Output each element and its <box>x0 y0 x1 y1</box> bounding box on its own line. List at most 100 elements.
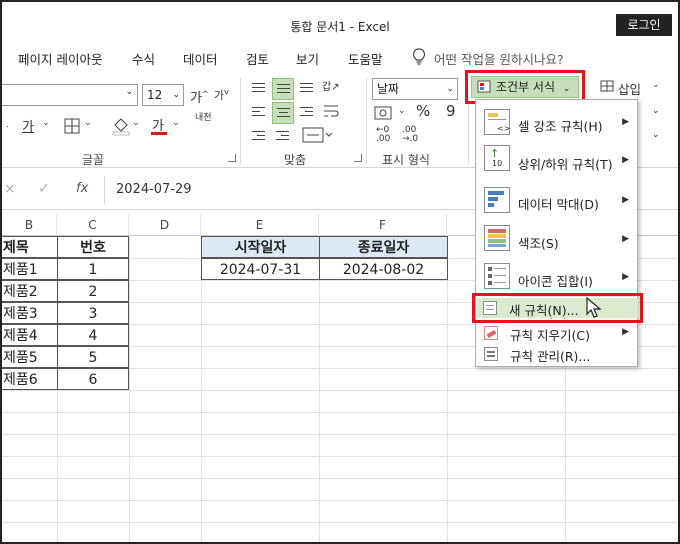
insert-function-icon[interactable]: fx <box>76 181 88 196</box>
table-header-cell[interactable]: 시작일자 <box>201 236 320 258</box>
decrease-indent-button[interactable] <box>248 126 270 148</box>
align-center-button[interactable] <box>272 102 294 124</box>
menu-item-clear-rules[interactable]: 규칙 지우기(C) ▶ <box>476 323 637 343</box>
chevron-down-icon[interactable]: ⌄ <box>84 118 92 128</box>
increase-decimal-button[interactable]: ←0.00 <box>376 126 390 144</box>
insert-button[interactable]: 삽입 <box>618 79 641 98</box>
conditional-formatting-button[interactable]: 조건부 서식 ⌄ <box>471 76 579 98</box>
gridline <box>2 434 678 435</box>
table-cell[interactable]: 1 <box>57 258 129 280</box>
group-label-font: 글꼴 <box>82 153 105 167</box>
orientation-button[interactable]: 갑↗ <box>322 78 340 93</box>
chevron-down-icon[interactable]: ⌄ <box>42 118 50 128</box>
table-cell[interactable]: 2024-08-02 <box>319 258 448 280</box>
chevron-down-icon[interactable]: ⌄ <box>132 118 140 128</box>
menu-item-manage-rules[interactable]: 규칙 관리(R)... <box>476 345 637 365</box>
menu-item-data-bars[interactable]: 데이터 막대(D) ▶ <box>476 183 637 217</box>
top-align-button[interactable] <box>248 78 270 100</box>
borders-icon[interactable] <box>64 118 80 134</box>
new-rule-label: 새 규칙(N)... <box>509 303 579 318</box>
bottom-align-button[interactable] <box>296 78 318 100</box>
underline-button[interactable]: ᆞ <box>2 118 13 135</box>
gridline <box>2 478 678 479</box>
column-header-d[interactable]: D <box>129 214 201 236</box>
chevron-down-icon[interactable]: ⌄ <box>652 80 660 90</box>
number-format-box[interactable]: 날짜 ⌄ <box>372 78 458 100</box>
chevron-right-icon: ▶ <box>622 234 629 244</box>
gridline <box>2 412 678 413</box>
table-header-cell[interactable]: 번호 <box>57 236 129 258</box>
comma-style-button[interactable]: 9 <box>446 102 456 120</box>
alignment-dialog-launcher[interactable] <box>354 154 362 162</box>
color-scales-icon <box>484 225 510 251</box>
menu-item-top-bottom[interactable]: ↑ 10 상위/하위 규칙(T) ▶ <box>476 143 637 177</box>
bold-button[interactable]: 가 <box>22 116 34 135</box>
table-cell[interactable]: 제품2 <box>2 280 58 302</box>
align-right-button[interactable] <box>296 102 318 124</box>
table-cell[interactable]: 4 <box>57 324 129 346</box>
font-color-bar <box>151 132 167 135</box>
table-cell[interactable]: 2 <box>57 280 129 302</box>
formula-input[interactable]: 2024-07-29 <box>116 182 192 197</box>
accounting-format-icon[interactable] <box>374 105 396 123</box>
column-header-e[interactable]: E <box>201 214 319 236</box>
chevron-down-icon[interactable]: ⌄ <box>172 118 180 128</box>
tab-page-layout[interactable]: 페이지 레이아웃 <box>18 49 102 68</box>
menu-item-color-scales[interactable]: 색조(S) ▶ <box>476 222 637 256</box>
login-button[interactable]: 로그인 <box>616 14 672 36</box>
increase-indent-button[interactable] <box>272 126 294 148</box>
chevron-down-icon[interactable]: ⌄ <box>398 106 406 116</box>
enter-icon[interactable]: ✓ <box>38 181 50 197</box>
new-rule-overlay[interactable]: 새 규칙(N)... <box>483 298 633 318</box>
chevron-right-icon: ▶ <box>622 195 629 205</box>
clear-rules-icon <box>484 326 498 340</box>
font-name-box[interactable]: ⌄ <box>2 84 138 106</box>
align-left-button[interactable] <box>248 102 270 124</box>
menu-item-highlight-cells[interactable]: <> 셀 강조 규칙(H) ▶ <box>476 105 637 139</box>
font-size-box[interactable]: 12 ⌄ <box>142 84 184 106</box>
table-cell[interactable]: 5 <box>57 346 129 368</box>
table-header-cell[interactable]: 제목 <box>2 236 58 258</box>
tab-formulas[interactable]: 수식 <box>132 49 155 68</box>
top-bottom-icon: ↑ 10 <box>484 145 510 171</box>
table-header-cell[interactable]: 종료일자 <box>319 236 448 258</box>
column-header-b[interactable]: B <box>2 214 57 236</box>
table-cell[interactable]: 제품6 <box>2 368 58 390</box>
column-header-f[interactable]: F <box>319 214 447 236</box>
table-cell[interactable]: 제품1 <box>2 258 58 280</box>
table-cell[interactable]: 제품3 <box>2 302 58 324</box>
new-rule-icon <box>483 301 497 315</box>
font-dialog-launcher[interactable] <box>228 154 236 162</box>
font-size-value: 12 <box>147 88 163 102</box>
phonetic-guide-button[interactable]: 내천 <box>195 114 215 123</box>
middle-align-button[interactable] <box>272 78 294 100</box>
grow-font-button[interactable]: 가^ <box>190 87 209 106</box>
tab-help[interactable]: 도움말 <box>348 49 383 68</box>
chevron-down-icon: ⌄ <box>125 87 133 97</box>
tell-me-search[interactable]: 어떤 작업을 원하시나요? <box>434 49 564 68</box>
merge-center-icon[interactable] <box>302 126 338 144</box>
cancel-icon[interactable]: × <box>4 181 16 197</box>
table-cell[interactable]: 3 <box>57 302 129 324</box>
table-cell[interactable]: 6 <box>57 368 129 390</box>
shrink-font-button[interactable]: 가v <box>214 87 229 103</box>
wrap-text-icon[interactable] <box>322 102 340 120</box>
tab-view[interactable]: 보기 <box>296 49 319 68</box>
chevron-down-icon[interactable]: ⌄ <box>652 130 660 140</box>
column-header-c[interactable]: C <box>57 214 129 236</box>
chevron-down-icon: ⌄ <box>446 84 454 94</box>
gridline <box>2 456 678 457</box>
menu-item-icon-sets[interactable]: 아이콘 집합(I) ▶ <box>476 260 637 294</box>
title-bar: 통합 문서1 - Excel 로그인 <box>2 2 678 40</box>
table-cell[interactable]: 제품5 <box>2 346 58 368</box>
tab-data[interactable]: 데이터 <box>183 49 218 68</box>
insert-cells-icon[interactable] <box>600 78 616 94</box>
decrease-decimal-button[interactable]: .00 →.0 <box>402 126 418 144</box>
percent-style-button[interactable]: % <box>416 102 430 120</box>
tab-review[interactable]: 검토 <box>246 49 269 68</box>
table-cell[interactable]: 2024-07-31 <box>201 258 320 280</box>
table-cell[interactable]: 제품4 <box>2 324 58 346</box>
chevron-down-icon[interactable]: ⌄ <box>652 106 660 116</box>
fill-color-icon[interactable] <box>112 116 130 136</box>
manage-rules-icon <box>484 347 498 361</box>
